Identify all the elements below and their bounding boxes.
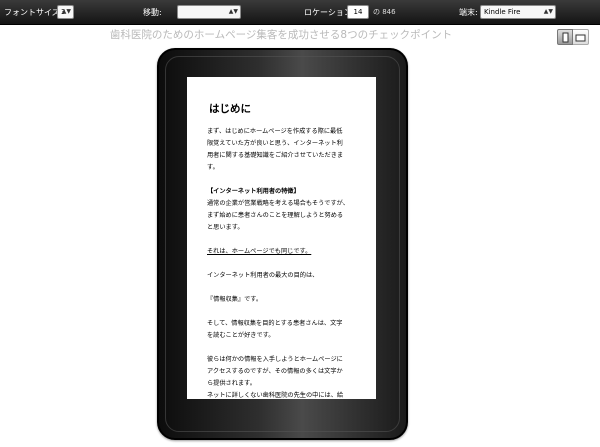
device-screen[interactable]: はじめに まず、はじめにホームページを作成する際に最低 限覚えていた方が良いと思… bbox=[187, 77, 376, 399]
book-line: 通常の企業が営業戦略を考える場合もそうですが、 bbox=[207, 200, 349, 207]
chevron-down-icon: ▲▼ bbox=[228, 8, 238, 15]
book-line: 彼らは何かの情報を入手しようとホームページに bbox=[207, 356, 343, 363]
toolbar: フォントサイズ: 3 ▲▼ 移動: ▲▼ ロケーション: 14 の 846 端末… bbox=[0, 0, 600, 25]
font-size-select[interactable]: 3 ▲▼ bbox=[57, 5, 74, 19]
book-line: を読むことが好きです。 bbox=[207, 332, 275, 339]
section-heading: 【インターネット利用者の特徴】 bbox=[207, 188, 300, 195]
device-value: Kindle Fire bbox=[484, 8, 521, 16]
landscape-view-button[interactable] bbox=[573, 29, 589, 45]
scroll-select[interactable]: ▲▼ bbox=[177, 5, 241, 19]
book-line: インターネット利用者の最大の目的は、 bbox=[207, 272, 319, 279]
book-line: 用者に関する基礎知識をご紹介させていただきま bbox=[207, 152, 344, 159]
chevron-down-icon: ▲▼ bbox=[61, 8, 71, 15]
underlined-line: それは、ホームページでも同じです。 bbox=[207, 248, 312, 255]
chapter-heading: はじめに bbox=[209, 103, 251, 115]
book-line: ネットに詳しくない歯科医院の先生の中には、給 bbox=[207, 392, 344, 399]
scroll-label: 移動: bbox=[143, 8, 162, 17]
book-line: 限覚えていた方が良いと思う、インターネット利 bbox=[207, 140, 343, 147]
book-line: ら提供されます。 bbox=[207, 380, 256, 387]
page-title: 歯科医院のためのホームページ集客を成功させる8つのチェックポイント bbox=[109, 29, 453, 41]
landscape-view-icon bbox=[575, 34, 586, 42]
location-total: の 846 bbox=[373, 8, 396, 16]
book-line: そして、情報収集を目的とする患者さんは、文字 bbox=[207, 320, 343, 327]
chevron-down-icon: ▲▼ bbox=[543, 8, 553, 15]
portrait-view-icon bbox=[562, 32, 569, 43]
book-line: まず、はじめにホームページを作成する際に最低 bbox=[207, 128, 343, 135]
portrait-view-button[interactable] bbox=[557, 29, 573, 45]
book-line: と思います。 bbox=[207, 224, 244, 231]
book-line: アクセスするのですが、その情報の多くは文字か bbox=[207, 368, 343, 375]
device-select[interactable]: Kindle Fire ▲▼ bbox=[480, 5, 556, 19]
book-content: はじめに まず、はじめにホームページを作成する際に最低 限覚えていた方が良いと思… bbox=[207, 101, 367, 399]
location-input[interactable]: 14 bbox=[347, 5, 369, 19]
book-line: まず始めに患者さんのことを理解しようと努める bbox=[207, 212, 344, 219]
book-line: す。 bbox=[207, 164, 219, 171]
kindle-fire-device: はじめに まず、はじめにホームページを作成する際に最低 限覚えていた方が良いと思… bbox=[157, 48, 408, 440]
device-label: 端末: bbox=[459, 8, 478, 17]
book-line: 『情報収集』です。 bbox=[207, 296, 263, 303]
font-size-label: フォントサイズ: bbox=[4, 8, 63, 17]
